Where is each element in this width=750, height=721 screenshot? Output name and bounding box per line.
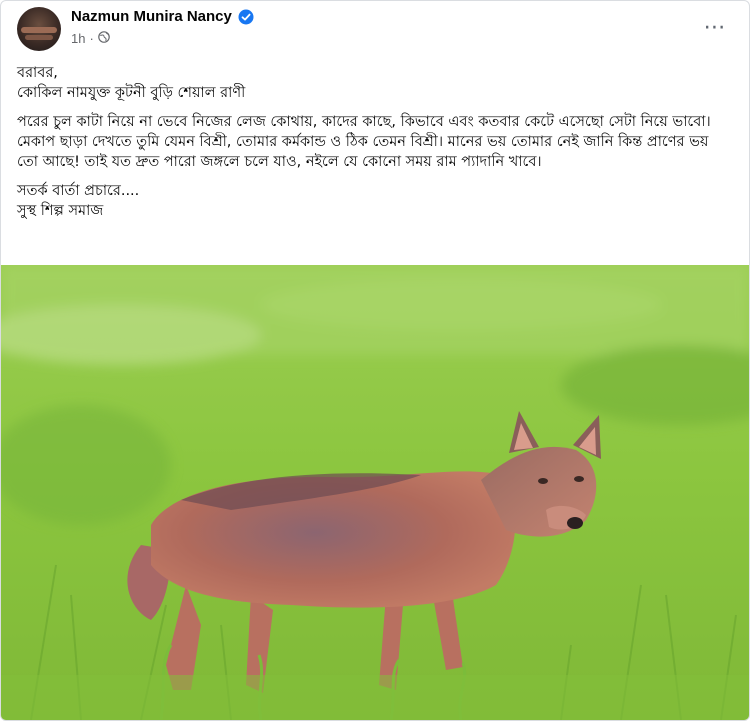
post-photo[interactable] <box>1 265 749 720</box>
jackal-image <box>1 265 749 720</box>
post-time[interactable]: 1h <box>71 31 85 46</box>
post-salutation: বরাবর, <box>17 65 58 81</box>
avatar[interactable] <box>17 7 61 51</box>
post-meta: 1h · <box>71 31 110 46</box>
post-card: Nazmun Munira Nancy 1h · ⋯ বরাবর, কোকিল … <box>0 0 750 721</box>
post-recipient: কোকিল নামযুক্ত কূটনী বুড়ি শেয়াল রাণী <box>17 85 246 101</box>
post-text: বরাবর, কোকিল নামযুক্ত কূটনী বুড়ি শেয়াল… <box>17 63 731 221</box>
verified-badge-icon <box>238 9 254 25</box>
more-options-button[interactable]: ⋯ <box>697 13 733 43</box>
post-footer-line2: সুস্থ শিল্প সমাজ <box>17 203 104 219</box>
meta-separator: · <box>89 31 94 46</box>
post-header: Nazmun Munira Nancy 1h · ⋯ <box>17 7 733 55</box>
more-options-icon: ⋯ <box>703 15 727 40</box>
globe-icon <box>98 31 110 46</box>
author-row: Nazmun Munira Nancy <box>71 8 254 25</box>
post-paragraph: পরের চুল কাটা নিয়ে না ভেবে নিজের লেজ কো… <box>17 114 711 170</box>
author-name[interactable]: Nazmun Munira Nancy <box>71 8 232 25</box>
post-footer-line1: সতর্ক বার্তা প্রচারে.... <box>17 183 140 199</box>
